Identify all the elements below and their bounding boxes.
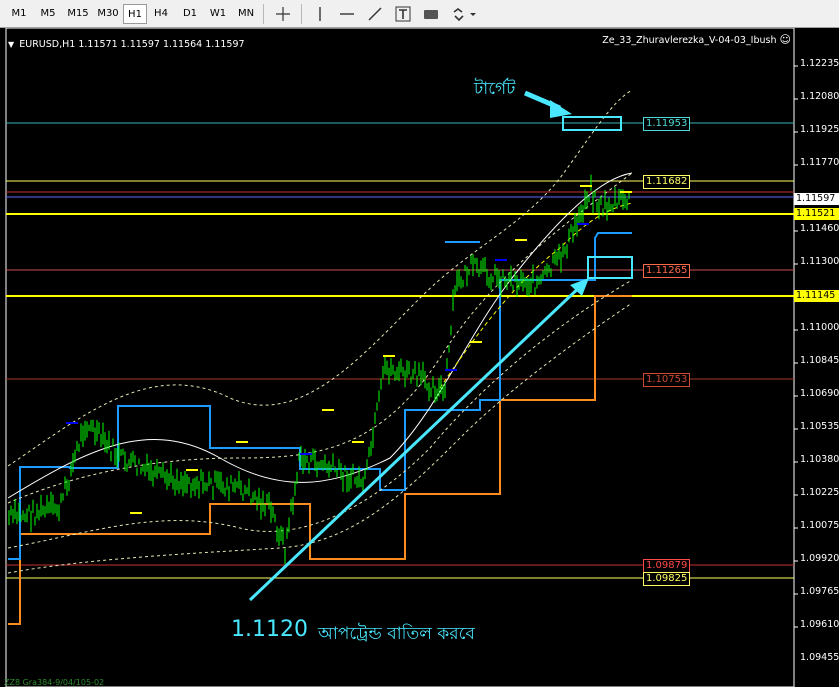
toolbar-separator bbox=[301, 4, 302, 24]
lower-band bbox=[7, 279, 633, 549]
target-annotation: টার্গেট bbox=[474, 79, 516, 99]
price-axis-label: 1.11460 bbox=[800, 223, 839, 234]
smiley-icon: ☺ bbox=[779, 33, 791, 46]
price-axis-label: 1.11000 bbox=[800, 322, 839, 333]
timeframe-m5[interactable]: M5 bbox=[35, 4, 61, 24]
level-label: 1.11682 bbox=[643, 175, 691, 189]
label-tool-icon[interactable] bbox=[420, 4, 442, 24]
timeframe-w1[interactable]: W1 bbox=[206, 4, 230, 24]
price-axis-label: 1.11770 bbox=[800, 157, 839, 168]
price-axis-label: 1.12080 bbox=[800, 91, 839, 102]
vertical-line-icon[interactable] bbox=[309, 4, 331, 24]
level-price-label: 1.11521 bbox=[794, 208, 839, 220]
horizontal-line-icon[interactable] bbox=[336, 4, 358, 24]
upper-band bbox=[7, 89, 633, 467]
current-price-label: 1.11597 bbox=[794, 193, 839, 205]
timeframe-h4[interactable]: H4 bbox=[149, 4, 173, 24]
price-axis-label: 1.09455 bbox=[800, 652, 839, 663]
timeframe-mn[interactable]: MN bbox=[234, 4, 258, 24]
level-label: 1.11953 bbox=[643, 117, 691, 131]
timeframe-d1[interactable]: D1 bbox=[178, 4, 202, 24]
crosshair-icon[interactable] bbox=[272, 4, 294, 24]
indicator-name: Ze_33_Zhuravlerezka_V-04-03_Ibush ☺ bbox=[602, 33, 791, 46]
indicator-footer: ZZ8 Gra384-9/04/105-02 bbox=[4, 678, 105, 687]
invalidation-arrow-line bbox=[248, 280, 587, 602]
symbol-info: ▼ EURUSD,H1 1.11571 1.11597 1.11564 1.11… bbox=[8, 32, 245, 51]
indicator-name-text: Ze_33_Zhuravlerezka_V-04-03_Ibush bbox=[602, 35, 777, 46]
level-price-label: 1.11145 bbox=[794, 290, 839, 302]
price-axis-label: 1.10845 bbox=[800, 355, 839, 366]
blue-step-line bbox=[8, 232, 632, 560]
chart-area[interactable]: ▼ EURUSD,H1 1.11571 1.11597 1.11564 1.11… bbox=[0, 28, 839, 687]
level-label: 1.09825 bbox=[643, 572, 691, 586]
price-chart bbox=[5, 28, 798, 687]
symbol-price-text: EURUSD,H1 1.11571 1.11597 1.11564 1.1159… bbox=[19, 39, 245, 50]
price-axis-label: 1.10535 bbox=[800, 421, 839, 432]
price-axis-label: 1.10690 bbox=[800, 388, 839, 399]
collapse-triangle-icon[interactable]: ▼ bbox=[8, 40, 14, 49]
price-axis-label: 1.10225 bbox=[800, 487, 839, 498]
price-axis-label: 1.10075 bbox=[800, 520, 839, 531]
level-label: 1.10753 bbox=[643, 373, 691, 387]
price-axis-label: 1.10380 bbox=[800, 454, 839, 465]
note-text-annotation: আপট্রেন্ড বাতিল করবে bbox=[318, 624, 475, 644]
timeframe-m30[interactable]: M30 bbox=[94, 4, 122, 24]
timeframe-m15[interactable]: M15 bbox=[64, 4, 92, 24]
target-arrowhead bbox=[550, 100, 572, 118]
orange-step-line bbox=[8, 295, 632, 625]
price-axis-label: 1.09920 bbox=[800, 553, 839, 564]
toolbar-separator bbox=[263, 4, 264, 24]
price-axis-label: 1.09765 bbox=[800, 586, 839, 597]
level-label: 1.11265 bbox=[643, 264, 691, 278]
price-axis-label: 1.11925 bbox=[800, 124, 839, 135]
toolbar: M1 M5 M15 M30 H1 H4 D1 W1 MN bbox=[0, 0, 839, 28]
arrows-dropdown-icon[interactable] bbox=[450, 4, 478, 24]
text-tool-icon[interactable] bbox=[392, 4, 414, 24]
price-axis-label: 1.11300 bbox=[800, 256, 839, 267]
moving-average bbox=[7, 172, 633, 499]
trendline-icon[interactable] bbox=[364, 4, 386, 24]
timeframe-h1[interactable]: H1 bbox=[123, 4, 147, 24]
level-label: 1.09879 bbox=[643, 559, 691, 573]
timeframe-m1[interactable]: M1 bbox=[6, 4, 32, 24]
note-price-annotation: 1.1120 bbox=[231, 617, 308, 642]
upper-band-2 bbox=[7, 172, 633, 504]
price-axis-label: 1.09610 bbox=[800, 619, 839, 630]
price-axis-label: 1.12235 bbox=[800, 58, 839, 69]
